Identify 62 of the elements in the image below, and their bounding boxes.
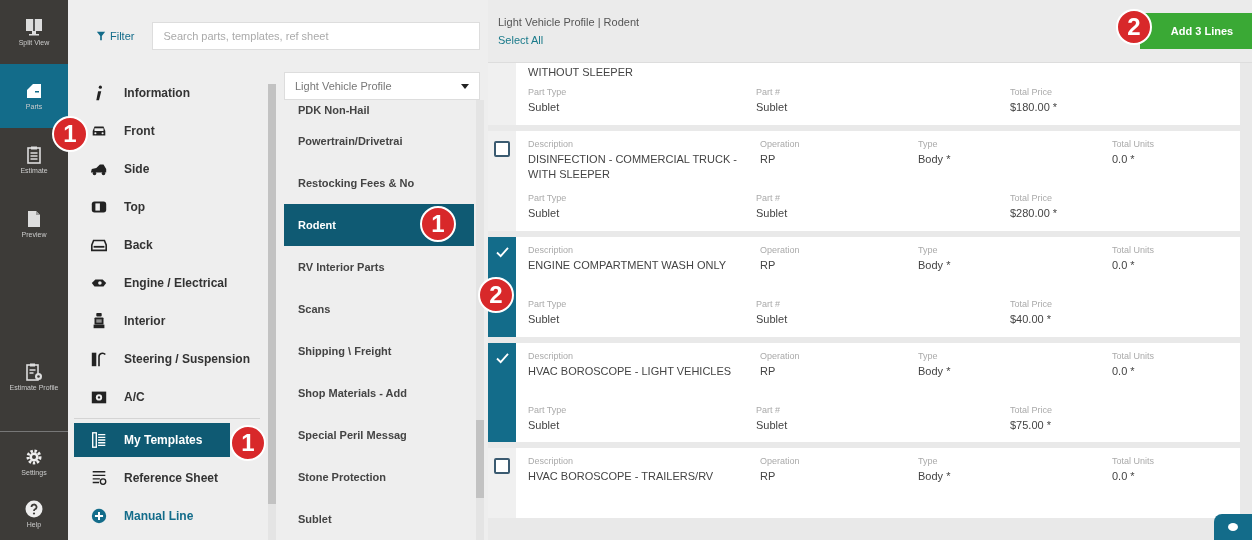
field-value: 0.0 * xyxy=(1112,363,1136,379)
field-label: Description xyxy=(528,244,575,255)
number-callout-tooltip: 1 xyxy=(52,116,88,152)
field-label: Part Type xyxy=(528,404,568,415)
field-label: Total Units xyxy=(1112,244,1156,255)
field-value: 0.0 * xyxy=(1112,469,1136,485)
field-label: Part # xyxy=(756,87,781,97)
field-label: Total Price xyxy=(1010,404,1054,415)
field-label: Description xyxy=(528,456,575,467)
number-callout-tooltip: 1 xyxy=(230,425,266,461)
field-label: Description xyxy=(528,138,575,149)
field-value: $280.00 * xyxy=(1010,205,1059,221)
field-label: Type xyxy=(918,350,939,361)
field-value: Sublet xyxy=(756,205,789,221)
field-label: Total Price xyxy=(1010,192,1054,203)
field-value: $75.00 * xyxy=(1010,417,1052,433)
field-label: Part # xyxy=(756,404,781,415)
field-value: RP xyxy=(760,151,777,167)
field-label: Part # xyxy=(756,192,781,203)
field-label: Total Price xyxy=(1010,298,1054,309)
field-value: Sublet xyxy=(528,205,561,221)
field-value: ENGINE COMPARTMENT WASH ONLY xyxy=(528,257,728,273)
field-value: Sublet xyxy=(756,100,789,115)
field-value: Body * xyxy=(918,257,952,273)
field-value: Body * xyxy=(918,469,952,485)
field-value: RP xyxy=(760,363,777,379)
field-label: Total Price xyxy=(1010,87,1054,97)
field-value: 0.0 * xyxy=(1112,257,1136,273)
field-label: Type xyxy=(918,138,939,149)
field-label: Type xyxy=(918,244,939,255)
field-value: Sublet xyxy=(528,100,561,115)
field-label: Total Units xyxy=(1112,456,1156,467)
breadcrumb: Light Vehicle Profile | Rodent xyxy=(498,16,640,28)
field-label: Operation xyxy=(760,138,801,149)
number-callout-tooltip: 1 xyxy=(420,206,456,242)
field-value: Sublet xyxy=(528,417,561,433)
field-label: Description xyxy=(528,350,575,361)
field-label: Part Type xyxy=(528,87,568,97)
field-value: Sublet xyxy=(756,417,789,433)
field-label: Part Type xyxy=(528,192,568,203)
field-label: Operation xyxy=(760,456,801,467)
field-value: WITHOUT SLEEPER xyxy=(528,65,634,80)
field-value: Body * xyxy=(918,151,952,167)
field-value: RP xyxy=(760,469,777,485)
field-value: HVAC BOROSCOPE - LIGHT VEHICLES xyxy=(528,363,733,379)
field-label: Part Type xyxy=(528,298,568,309)
field-value: $40.00 * xyxy=(1010,311,1052,327)
field-value: Sublet xyxy=(756,311,789,327)
field-label: Part # xyxy=(756,298,781,309)
field-label: Type xyxy=(918,456,939,467)
field-value: HVAC BOROSCOPE - TRAILERS/RV xyxy=(528,469,715,485)
field-value: 0.0 * xyxy=(1112,151,1136,167)
field-value: $180.00 * xyxy=(1010,100,1059,115)
field-label: Total Units xyxy=(1112,138,1156,149)
number-callout-tooltip: 2 xyxy=(1116,9,1152,45)
field-label: Operation xyxy=(760,350,801,361)
field-label: Total Units xyxy=(1112,350,1156,361)
field-value: Body * xyxy=(918,363,952,379)
field-value: DISINFECTION - COMMERCIAL TRUCK - WITH SLEEPER xyxy=(528,151,738,182)
field-value: RP xyxy=(760,257,777,273)
field-value: Sublet xyxy=(528,311,561,327)
field-label: Operation xyxy=(760,244,801,255)
